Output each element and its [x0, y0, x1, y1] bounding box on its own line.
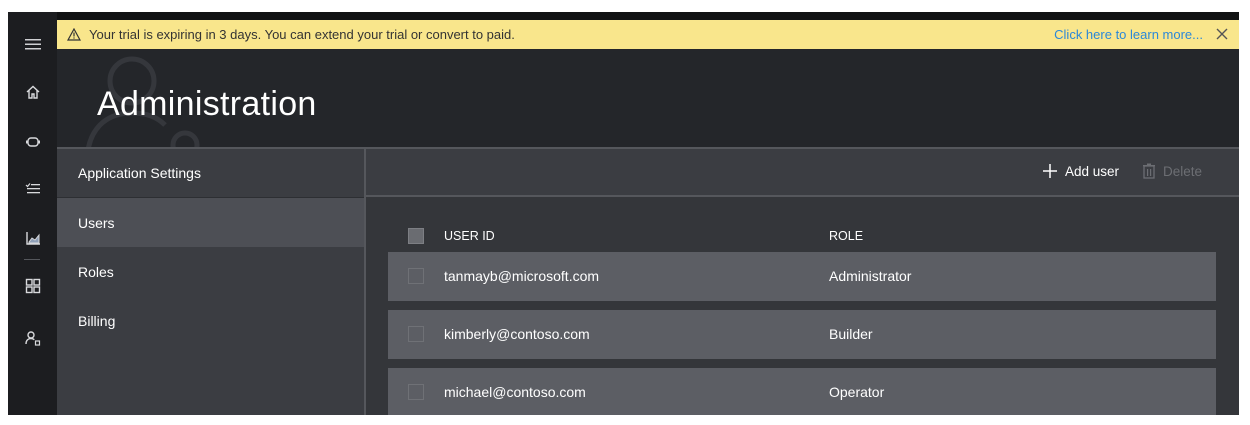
learn-more-link[interactable]: Click here to learn more... [1054, 27, 1203, 42]
warning-icon [67, 28, 81, 41]
top-strip [57, 12, 1239, 20]
page-title: Administration [97, 85, 317, 123]
row-checkbox[interactable] [408, 326, 424, 342]
devices-icon[interactable] [21, 130, 45, 154]
row-checkbox[interactable] [408, 384, 424, 400]
users-panel: Add user Delete USER ID ROLE tanmayb@mic… [364, 147, 1239, 415]
dashboard-icon[interactable] [21, 274, 45, 298]
table-row[interactable]: tanmayb@microsoft.com Administrator [388, 252, 1216, 301]
rules-icon[interactable] [21, 176, 45, 200]
table-row[interactable]: kimberly@contoso.com Builder [388, 310, 1216, 359]
row-checkbox[interactable] [408, 268, 424, 284]
trial-message: Your trial is expiring in 3 days. You ca… [89, 27, 515, 42]
role-cell: Builder [829, 326, 873, 342]
user-id-cell: kimberly@contoso.com [444, 326, 590, 342]
trash-icon [1143, 163, 1155, 179]
settings-nav: Application Settings Users Roles Billing [57, 147, 364, 415]
add-user-button[interactable]: Add user [1042, 163, 1119, 179]
hamburger-menu-icon[interactable] [21, 32, 45, 56]
column-header-role: ROLE [829, 229, 864, 243]
rail-divider [24, 259, 40, 260]
add-user-label: Add user [1065, 163, 1120, 179]
plus-icon [1043, 164, 1057, 178]
user-id-cell: michael@contoso.com [444, 384, 586, 400]
nav-item-roles[interactable]: Roles [57, 247, 364, 296]
select-all-checkbox[interactable] [408, 228, 424, 244]
table-row[interactable]: michael@contoso.com Operator [388, 368, 1216, 415]
user-id-cell: tanmayb@microsoft.com [444, 268, 600, 284]
close-icon[interactable] [1215, 27, 1229, 41]
home-icon[interactable] [21, 80, 45, 104]
analytics-icon[interactable] [21, 226, 45, 250]
role-cell: Administrator [829, 268, 912, 284]
delete-label: Delete [1163, 163, 1203, 179]
trial-banner: Your trial is expiring in 3 days. You ca… [57, 20, 1239, 49]
app-window: Your trial is expiring in 3 days. You ca… [8, 12, 1239, 415]
left-rail [8, 12, 57, 415]
users-toolbar: Add user Delete [366, 149, 1239, 197]
nav-heading-application-settings[interactable]: Application Settings [57, 149, 364, 198]
nav-item-billing[interactable]: Billing [57, 296, 364, 345]
table-header: USER ID ROLE [388, 221, 1216, 251]
role-cell: Operator [829, 384, 885, 400]
nav-item-users[interactable]: Users [57, 198, 364, 247]
page-header: Administration [57, 49, 1239, 147]
delete-button[interactable]: Delete [1142, 163, 1202, 179]
column-header-user-id: USER ID [444, 229, 495, 243]
administration-icon[interactable] [21, 326, 45, 350]
